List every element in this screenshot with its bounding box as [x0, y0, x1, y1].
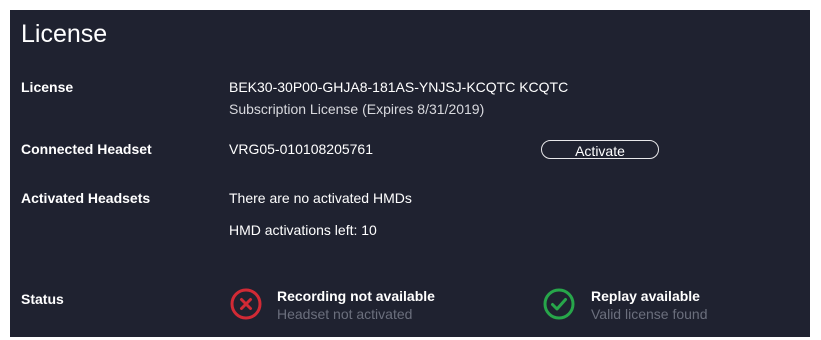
- headset-serial: VRG05-010108205761: [229, 141, 374, 157]
- check-icon: [543, 288, 575, 320]
- subscription-info: Subscription License (Expires 8/31/2019): [229, 101, 485, 117]
- connected-headset-label: Connected Headset: [21, 141, 152, 157]
- no-activated-hmds-text: There are no activated HMDs: [229, 190, 412, 206]
- activate-button[interactable]: Activate: [541, 140, 659, 159]
- activated-headsets-label: Activated Headsets: [21, 190, 151, 206]
- license-label: License: [21, 79, 74, 95]
- replay-status-title: Replay available: [591, 288, 700, 304]
- page-title: License: [21, 20, 108, 48]
- status-label: Status: [21, 291, 64, 307]
- hmd-activations-left: HMD activations left: 10: [229, 222, 377, 238]
- recording-status-detail: Headset not activated: [277, 306, 413, 322]
- error-x-icon: [230, 288, 262, 320]
- license-panel: License License BEK30-30P00-GHJA8-181AS-…: [10, 10, 810, 337]
- license-key: BEK30-30P00-GHJA8-181AS-YNJSJ-KCQTC KCQT…: [229, 79, 569, 95]
- recording-status-title: Recording not available: [277, 288, 435, 304]
- replay-status-detail: Valid license found: [591, 306, 708, 322]
